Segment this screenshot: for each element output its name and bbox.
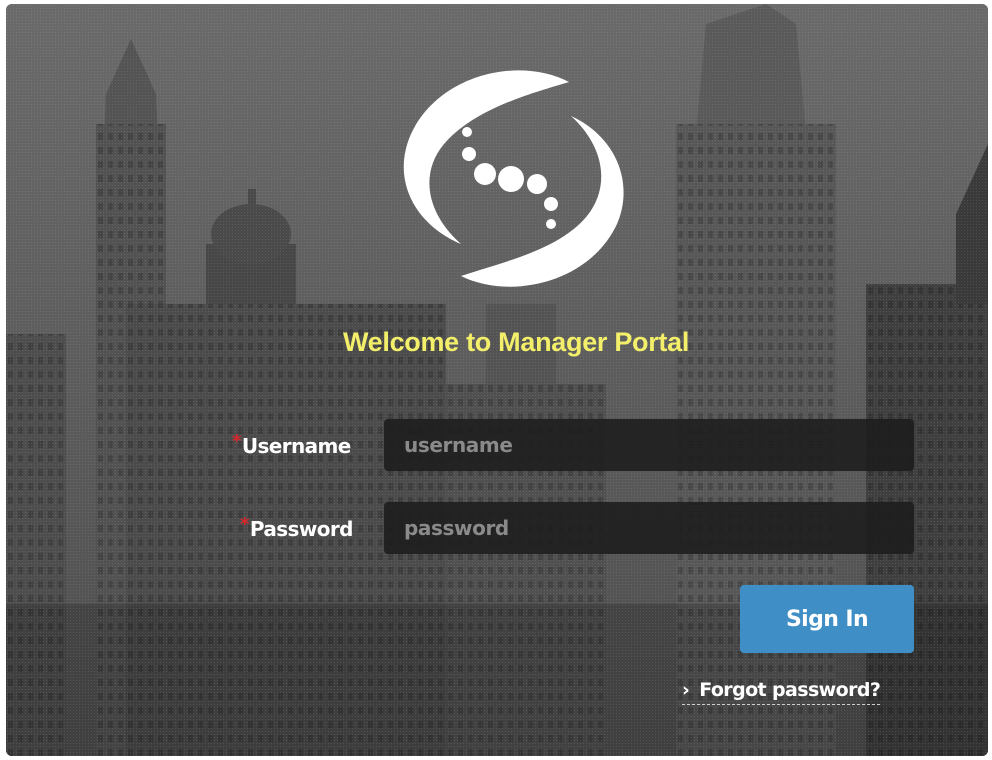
username-label-text: Username	[241, 434, 352, 458]
password-label: *Password	[240, 514, 354, 541]
username-label: *Username	[232, 431, 352, 458]
swirl-logo-icon	[403, 70, 624, 287]
password-input[interactable]	[384, 502, 914, 554]
required-asterisk: *	[232, 431, 241, 452]
username-input[interactable]	[384, 419, 914, 471]
password-label-text: Password	[249, 517, 354, 541]
forgot-password-link[interactable]: › Forgot password?	[682, 679, 881, 705]
chevron-right-icon: ›	[682, 679, 690, 701]
sign-in-button[interactable]: Sign In	[740, 585, 914, 653]
forgot-password-text: Forgot password?	[699, 679, 881, 701]
required-asterisk: *	[240, 514, 249, 535]
login-panel: Welcome to Manager Portal *Username *Pas…	[6, 4, 988, 756]
page-title: Welcome to Manager Portal	[342, 327, 690, 357]
